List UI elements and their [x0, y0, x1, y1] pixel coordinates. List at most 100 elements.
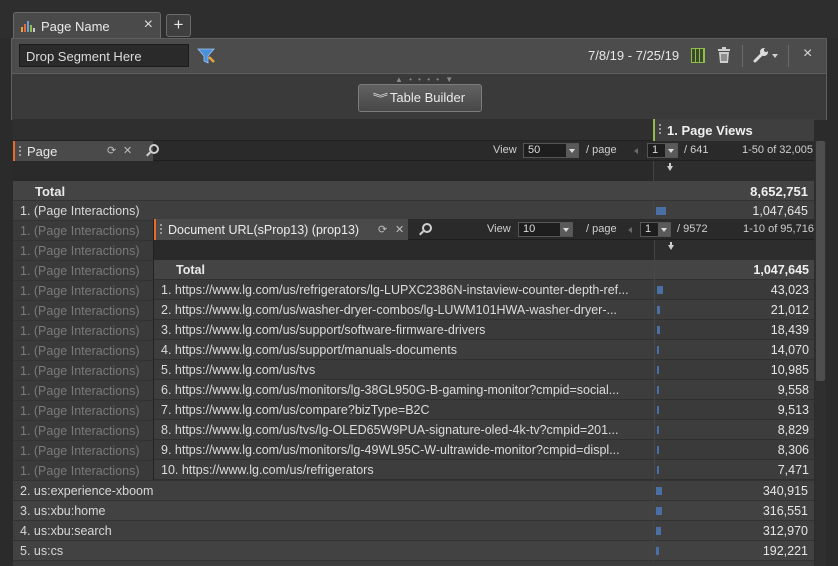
close-tab-icon[interactable]: × [144, 16, 153, 34]
value-cell: 9,513 [654, 400, 814, 420]
row-value: 9,513 [777, 403, 809, 417]
value-cell: 1,047,645 [653, 201, 814, 221]
value-cell: 8,306 [654, 440, 814, 460]
vertical-scrollbar[interactable] [815, 141, 826, 566]
value-bar [657, 446, 659, 454]
page-number-select[interactable]: 1 [640, 222, 671, 237]
sort-cell[interactable] [654, 240, 814, 260]
value-cell: 43,023 [654, 280, 814, 300]
row-label: 1. (Page Interactions) [20, 364, 140, 378]
row-label: 3. us:xbu:home [20, 504, 106, 518]
rows-per-page-select[interactable]: 10 [518, 222, 573, 237]
toolbar-divider [788, 45, 789, 67]
chevron-down-icon[interactable] [772, 54, 778, 58]
toolbar-divider [742, 45, 743, 67]
close-icon[interactable]: ✕ [123, 144, 132, 157]
drag-handle-icon[interactable] [19, 146, 21, 157]
refresh-icon[interactable]: ⟳ [107, 144, 116, 157]
nested-table-row[interactable]: 5. https://www.lg.com/us/tvs 10,985 [154, 360, 814, 380]
nested-table-row[interactable]: 1. https://www.lg.com/us/refrigerators/l… [154, 280, 814, 300]
row-value: 10,985 [770, 363, 809, 377]
nested-table-row[interactable]: 10. https://www.lg.com/us/refrigerators 7… [154, 460, 814, 480]
row-label: 1. (Page Interactions) [20, 404, 140, 418]
wrench-icon[interactable] [753, 47, 769, 63]
nested-sort-row [154, 240, 814, 260]
nested-dimension-header[interactable]: Document URL(sProp13) (prop13) ⟳ ✕ [154, 219, 408, 240]
drag-handle-icon[interactable] [659, 124, 661, 135]
row-label: 1. (Page Interactions) [20, 384, 140, 398]
close-icon[interactable]: × [803, 45, 812, 63]
value-cell: 9,558 [654, 380, 814, 400]
value-cell: 14,070 [654, 340, 814, 360]
value-cell: 18,439 [654, 320, 814, 340]
table-builder-label: Table Builder [389, 90, 466, 105]
segment-drop-zone[interactable]: Drop Segment Here [19, 44, 189, 67]
nested-table-row[interactable]: 6. https://www.lg.com/us/monitors/lg-38G… [154, 380, 814, 400]
metric-header[interactable]: 1. Page Views [653, 119, 814, 141]
value-cell: 10,985 [654, 360, 814, 380]
filter-icon[interactable] [197, 47, 215, 65]
search-icon[interactable] [422, 223, 432, 233]
nested-table-row[interactable]: 2. https://www.lg.com/us/washer-dryer-co… [154, 300, 814, 320]
row-value: 192,221 [762, 544, 808, 558]
row-label: 8. https://www.lg.com/us/tvs/lg-OLED65W9… [161, 423, 619, 437]
sort-row [13, 161, 814, 181]
nested-table-row[interactable]: 3. https://www.lg.com/us/support/softwar… [154, 320, 814, 340]
nested-table-row[interactable]: 7. https://www.lg.com/us/compare?bizType… [154, 400, 814, 420]
previous-page-icon[interactable] [634, 148, 638, 154]
sort-desc-icon[interactable] [667, 163, 673, 171]
table-row[interactable]: 2. us:experience-xboom 340,915 [13, 481, 814, 501]
row-label: 10. https://www.lg.com/us/refrigerators [161, 463, 374, 477]
refresh-icon[interactable]: ⟳ [378, 223, 387, 236]
date-range-label[interactable]: 7/8/19 - 7/25/19 [588, 48, 679, 63]
close-icon[interactable]: ✕ [395, 223, 404, 236]
table-row[interactable]: 1. (Page Interactions) 1,047,645 [13, 201, 814, 221]
calendar-icon[interactable] [691, 48, 705, 63]
view-label: View [493, 144, 517, 156]
view-label: View [487, 223, 511, 235]
table-builder-area: ▲ • • • • ▼ ︾ Table Builder [11, 74, 827, 120]
table-builder-button[interactable]: ︾ Table Builder [358, 84, 482, 112]
dimension-header[interactable]: Page ⟳ ✕ [13, 141, 153, 161]
tab-label: Page Name [41, 19, 110, 34]
row-value: 18,439 [770, 323, 809, 337]
table-row[interactable]: 3. us:xbu:home 316,551 [13, 501, 814, 521]
value-bar [656, 207, 666, 215]
nested-total-cell: 1,047,645 [654, 260, 814, 280]
table-row[interactable]: 4. us:xbu:search 312,970 [13, 521, 814, 541]
row-label: 1. (Page Interactions) [20, 224, 140, 238]
freeform-table: 1. Page Views Page ⟳ ✕ View 50 / page 1 … [13, 119, 814, 566]
sort-desc-icon[interactable] [668, 242, 674, 250]
row-label: 1. (Page Interactions) [20, 244, 140, 258]
nested-table-row[interactable]: 4. https://www.lg.com/us/support/manuals… [154, 340, 814, 360]
nested-table-row[interactable]: 8. https://www.lg.com/us/tvs/lg-OLED65W9… [154, 420, 814, 440]
search-icon[interactable] [149, 144, 159, 154]
total-value: 8,652,751 [750, 184, 808, 199]
row-label: 1. (Page Interactions) [20, 204, 140, 218]
chevron-down-icon [560, 223, 572, 236]
row-label: 1. (Page Interactions) [20, 284, 140, 298]
scrollbar-thumb[interactable] [816, 141, 825, 381]
sort-cell[interactable] [653, 161, 814, 181]
nested-total-label: Total [176, 263, 205, 277]
rows-per-page-select[interactable]: 50 [523, 143, 579, 158]
nested-total-row: Total 1,047,645 [154, 260, 814, 280]
row-label: 4. https://www.lg.com/us/support/manuals… [161, 343, 457, 357]
previous-page-icon[interactable] [628, 227, 632, 233]
tab-bar: Page Name × + [0, 0, 838, 39]
drag-handle-icon[interactable] [160, 224, 162, 235]
nested-table-row[interactable]: 9. https://www.lg.com/us/monitors/lg-49W… [154, 440, 814, 460]
row-value: 8,306 [777, 443, 809, 457]
page-number-select[interactable]: 1 [647, 143, 678, 158]
trash-icon[interactable] [717, 47, 731, 63]
value-bar [657, 386, 659, 394]
resize-grip[interactable]: ▲ • • • • ▼ [395, 75, 455, 84]
tab-page-name[interactable]: Page Name × [13, 12, 161, 39]
value-bar [657, 466, 659, 474]
double-chevron-down-icon: ︾ [372, 93, 389, 105]
table-row[interactable]: 5. us:cs 192,221 [13, 541, 814, 561]
row-range: 1-10 of 95,716 [743, 223, 814, 235]
value-cell: 316,551 [653, 501, 814, 521]
add-tab-button[interactable]: + [166, 14, 191, 37]
row-label: 3. https://www.lg.com/us/support/softwar… [161, 323, 486, 337]
